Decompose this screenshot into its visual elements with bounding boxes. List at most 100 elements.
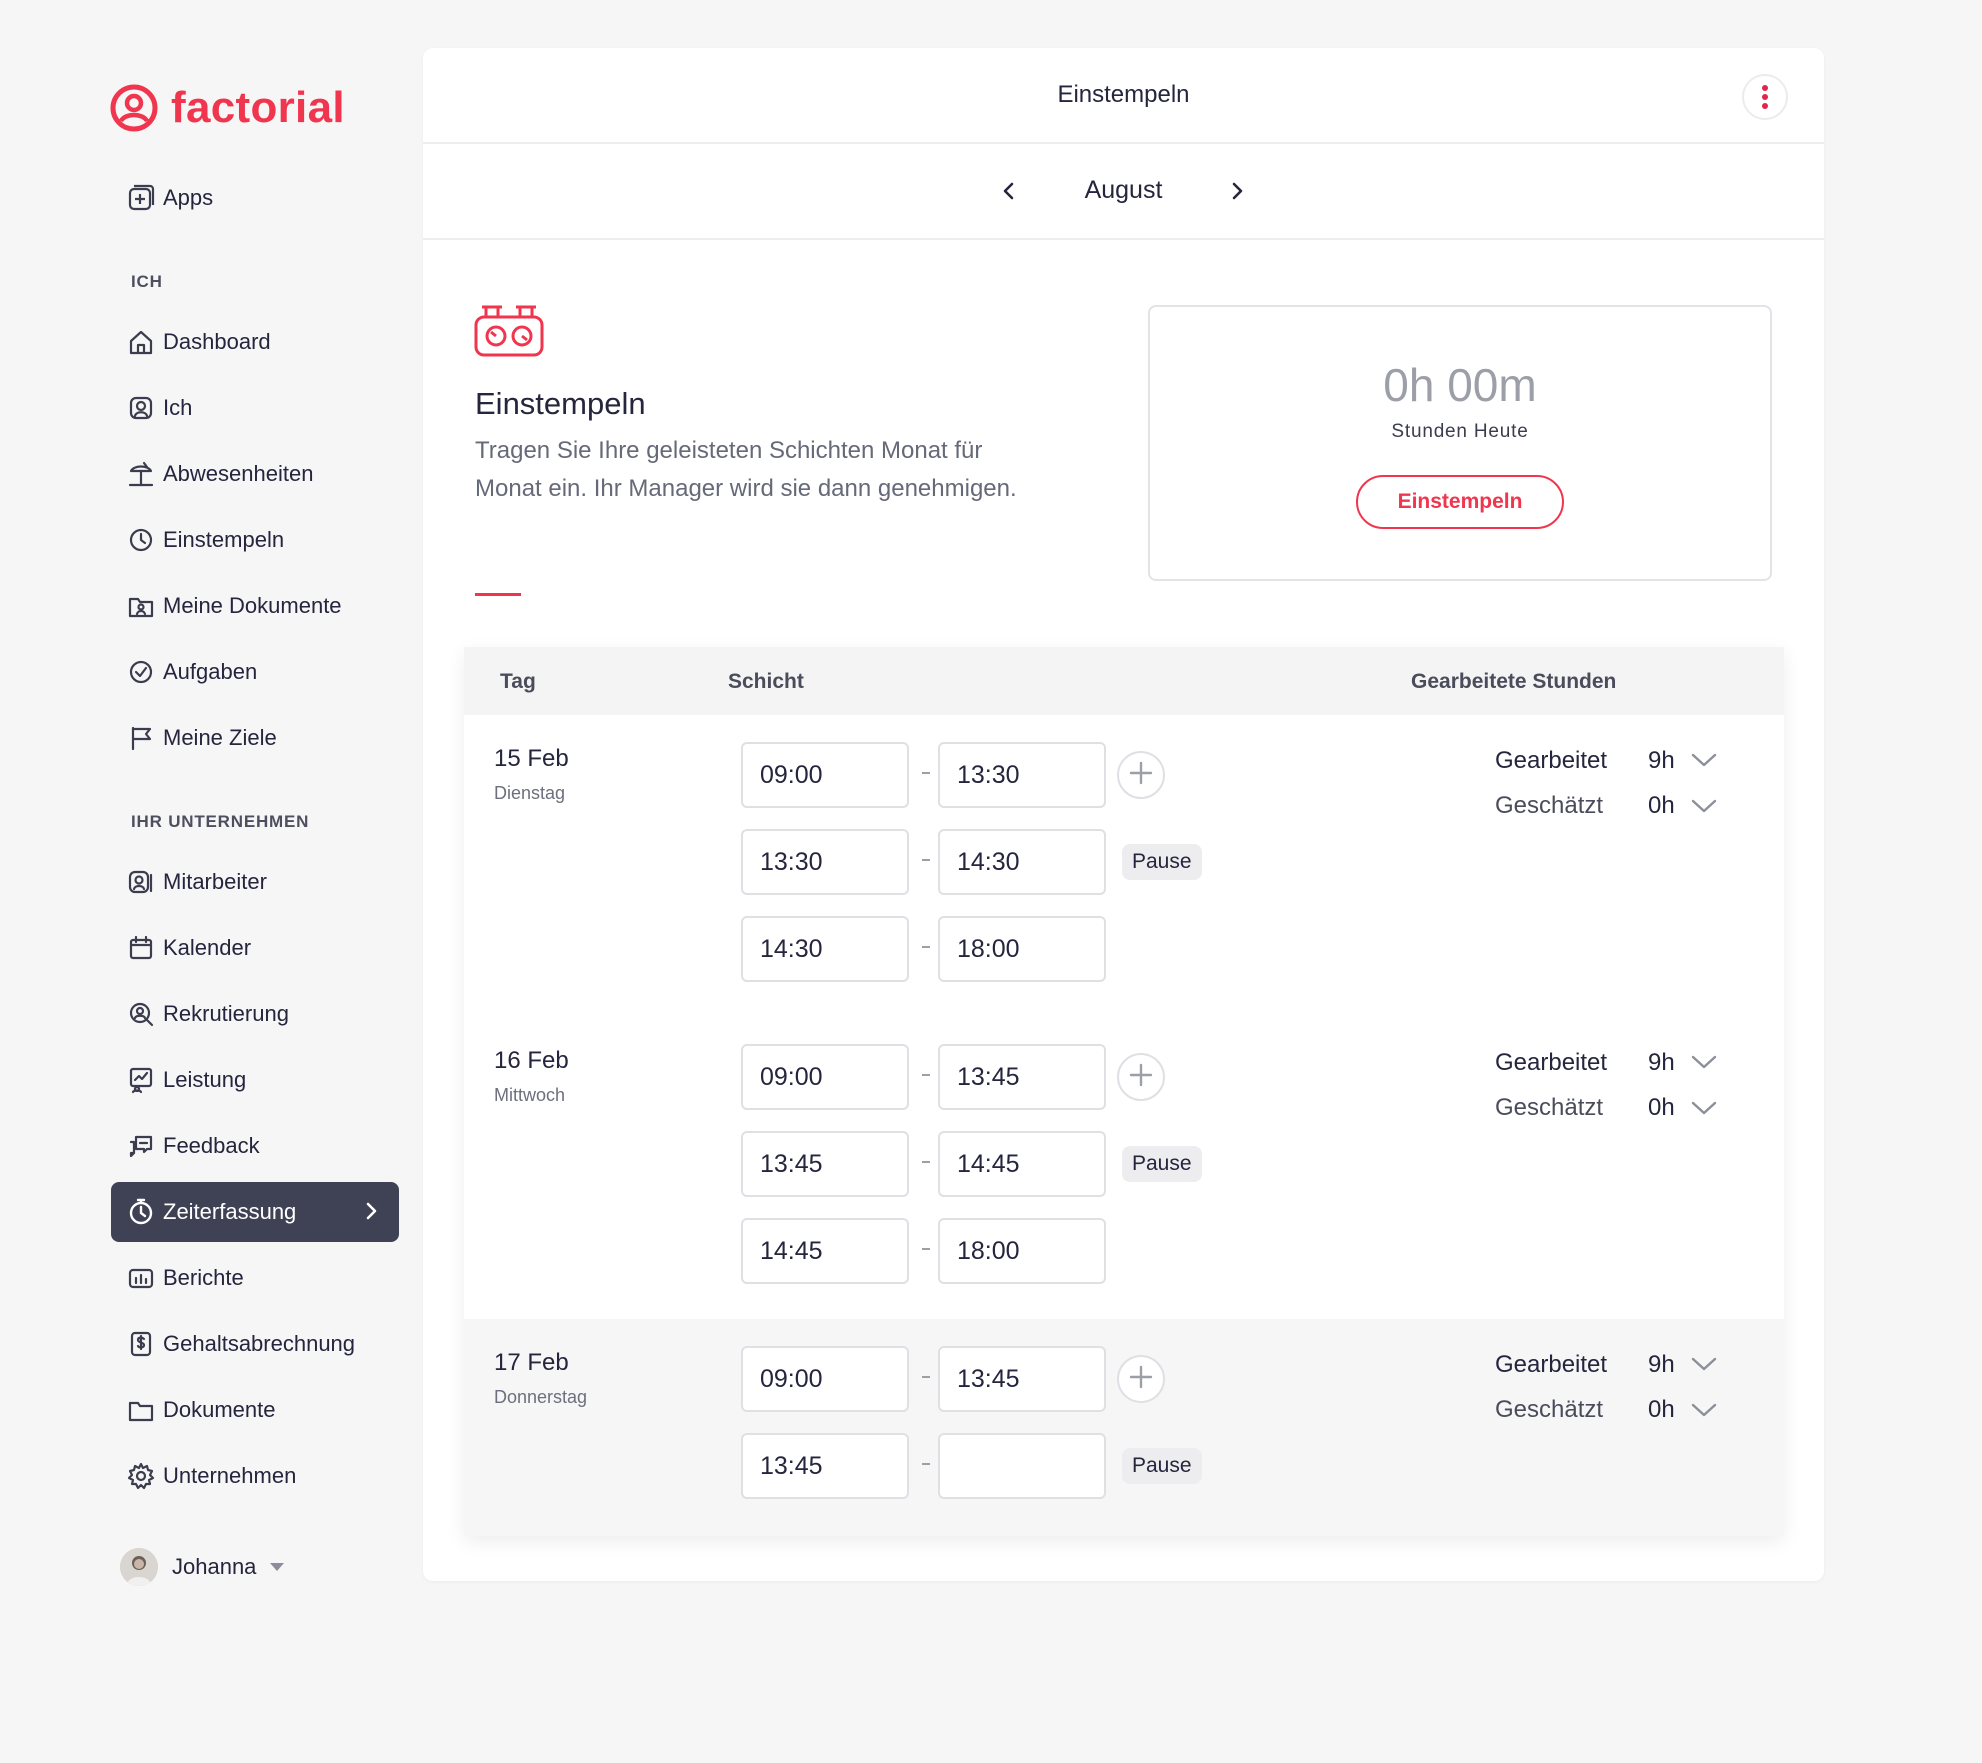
shift-start-input[interactable]: 13:45: [741, 1433, 909, 1499]
sidebar-item-feedback[interactable]: Feedback: [111, 1116, 399, 1176]
more-options-button[interactable]: [1742, 74, 1788, 120]
user-name: Johanna: [172, 1554, 257, 1579]
sidebar-item-einstempeln[interactable]: Einstempeln: [111, 510, 399, 570]
column-header-hours: Gearbeitete Stunden: [1411, 670, 1617, 693]
shift-end-input[interactable]: 18:00: [938, 1218, 1106, 1284]
sidebar-item-dashboard[interactable]: Dashboard: [111, 312, 399, 372]
range-separator: [922, 1463, 930, 1465]
folder-icon: [111, 1395, 171, 1425]
chevron-down-icon[interactable]: [1689, 796, 1719, 816]
add-shift-button[interactable]: [1117, 751, 1165, 799]
sidebar-item-rekrutierung[interactable]: Rekrutierung: [111, 984, 399, 1044]
sidebar-item-dokumente[interactable]: Dokumente: [111, 1380, 399, 1440]
add-shift-button[interactable]: [1117, 1355, 1165, 1403]
chevron-down-icon[interactable]: [1689, 1052, 1719, 1072]
shift-end-input[interactable]: 18:00: [938, 916, 1106, 982]
sidebar-item-abwesenheiten[interactable]: Abwesenheiten: [111, 444, 399, 504]
time-clock-illustration-icon: [474, 305, 544, 357]
pause-badge[interactable]: Pause: [1122, 1448, 1202, 1484]
shift-start-input[interactable]: 13:45: [741, 1131, 909, 1197]
column-header-day: Tag: [500, 670, 536, 693]
section-label-me: ICH: [131, 272, 163, 291]
shift-start-input[interactable]: 14:45: [741, 1218, 909, 1284]
sidebar-item-ich[interactable]: Ich: [111, 378, 399, 438]
gear-icon: [111, 1461, 171, 1491]
home-icon: [111, 327, 171, 357]
worked-hours-value: 9h: [1648, 1351, 1675, 1378]
reports-icon: [111, 1263, 171, 1293]
recruiting-icon: [111, 999, 171, 1029]
add-shift-button[interactable]: [1117, 1053, 1165, 1101]
sidebar-item-label: Dokumente: [163, 1397, 276, 1422]
shifts-table: Tag Schicht Gearbeitete Stunden 15 Feb Di…: [464, 647, 1784, 1536]
shift-start-input[interactable]: 09:00: [741, 1044, 909, 1110]
month-label: August: [1084, 176, 1163, 204]
estimated-hours-value: 0h: [1648, 792, 1675, 819]
chevron-down-icon[interactable]: [1689, 1098, 1719, 1118]
table-header: Tag Schicht Gearbeitete Stunden: [464, 647, 1784, 715]
month-navigation: August: [423, 144, 1824, 240]
shift-end-input[interactable]: 13:45: [938, 1044, 1106, 1110]
flag-icon: [111, 723, 171, 753]
sidebar-item-label: Einstempeln: [163, 527, 285, 552]
chevron-down-icon[interactable]: [1689, 1400, 1719, 1420]
sidebar-item-gehaltsabrechnung[interactable]: Gehaltsabrechnung: [111, 1314, 399, 1374]
shift-start-input[interactable]: 09:00: [741, 742, 909, 808]
user-menu[interactable]: Johanna: [120, 1548, 285, 1586]
pause-badge[interactable]: Pause: [1122, 844, 1202, 880]
range-separator: [922, 1248, 930, 1250]
chevron-down-icon[interactable]: [1689, 750, 1719, 770]
caret-down-icon: [270, 1563, 285, 1571]
day-weekday: Donnerstag: [494, 1387, 588, 1407]
shift-end-input[interactable]: 13:45: [938, 1346, 1106, 1412]
shift-start-input[interactable]: 09:00: [741, 1346, 909, 1412]
sidebar-item-meine-ziele[interactable]: Meine Ziele: [111, 708, 399, 768]
sidebar-item-zeiterfassung[interactable]: Zeiterfassung: [111, 1182, 399, 1242]
chevron-down-icon[interactable]: [1689, 1354, 1719, 1374]
sidebar-item-meine-dokumente[interactable]: Meine Dokumente: [111, 576, 399, 636]
estimated-label: Geschätzt: [1495, 1396, 1604, 1423]
intro-description: Tragen Sie Ihre geleisteten Schichten Mo…: [475, 437, 1017, 502]
shift-end-input[interactable]: [938, 1433, 1106, 1499]
shift-start-input[interactable]: 13:30: [741, 829, 909, 895]
section-label-company: IHR UNTERNEHMEN: [131, 812, 310, 831]
performance-icon: [111, 1065, 171, 1095]
stopwatch-icon: [111, 1197, 171, 1227]
sidebar-item-kalender[interactable]: Kalender: [111, 918, 399, 978]
sidebar-item-label: Dashboard: [163, 329, 271, 354]
day-date: 16 Feb: [494, 1047, 569, 1074]
shift-end-input[interactable]: 14:30: [938, 829, 1106, 895]
clock-in-button[interactable]: Einstempeln: [1356, 475, 1564, 529]
card-header: Einstempeln: [423, 48, 1824, 144]
more-vertical-icon: [1762, 85, 1768, 109]
next-month-button[interactable]: [1220, 174, 1254, 208]
estimated-hours-value: 0h: [1648, 1396, 1675, 1423]
factorial-logo-icon: [110, 84, 158, 132]
title-underline: [475, 593, 521, 596]
shift-end-input[interactable]: 13:30: [938, 742, 1106, 808]
sidebar-item-label: Unternehmen: [163, 1463, 297, 1488]
pause-badge[interactable]: Pause: [1122, 1146, 1202, 1182]
factorial-logo[interactable]: factorial: [109, 83, 345, 133]
page-title: Einstempeln: [1057, 81, 1190, 108]
sidebar-item-label: Rekrutierung: [163, 1001, 289, 1026]
sidebar-item-label: Zeiterfassung: [163, 1199, 297, 1224]
plus-icon: [1126, 1362, 1156, 1397]
feedback-icon: [111, 1131, 171, 1161]
sidebar-item-unternehmen[interactable]: Unternehmen: [111, 1446, 399, 1506]
estimated-label: Geschätzt: [1495, 1094, 1604, 1121]
chevron-right-icon: [1232, 182, 1243, 200]
sidebar-item-aufgaben[interactable]: Aufgaben: [111, 642, 399, 702]
worked-label: Gearbeitet: [1495, 1049, 1608, 1076]
sidebar-item-leistung[interactable]: Leistung: [111, 1050, 399, 1110]
sidebar-item-label: Gehaltsabrechnung: [163, 1331, 356, 1356]
sidebar-item-mitarbeiter[interactable]: Mitarbeiter: [111, 852, 399, 912]
shift-end-input[interactable]: 14:45: [938, 1131, 1106, 1197]
column-header-shift: Schicht: [728, 670, 804, 693]
sidebar-item-apps[interactable]: Apps: [111, 168, 399, 228]
shift-start-input[interactable]: 14:30: [741, 916, 909, 982]
day-weekday: Dienstag: [494, 783, 566, 803]
sidebar-item-berichte[interactable]: Berichte: [111, 1248, 399, 1308]
day-weekday: Mittwoch: [494, 1085, 566, 1105]
sidebar-item-label: Meine Ziele: [163, 725, 277, 750]
